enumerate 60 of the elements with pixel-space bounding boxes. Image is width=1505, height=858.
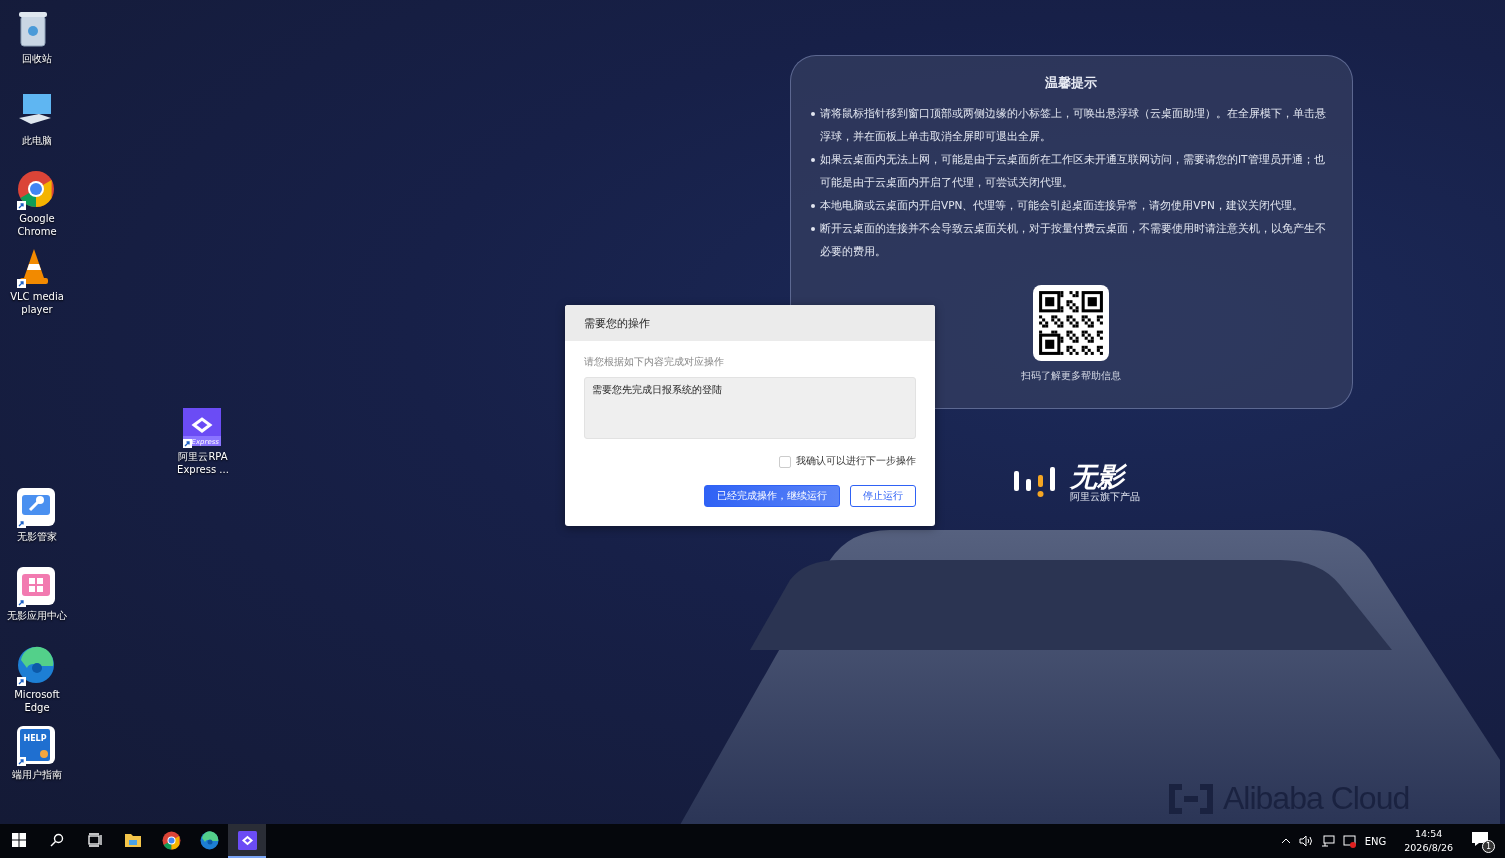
search-icon[interactable]	[50, 833, 64, 847]
recycle-bin-icon	[17, 10, 49, 48]
chrome-icon	[17, 170, 55, 208]
clock-time: 14:54	[1414, 827, 1443, 841]
chevron-up-icon[interactable]	[1280, 837, 1291, 845]
network-icon[interactable]	[1320, 835, 1335, 847]
edge-icon	[17, 646, 55, 684]
clock[interactable]: 14:54 2026/8/26	[1404, 827, 1453, 855]
tip-text: 请将鼠标指针移到窗口顶部或两侧边缘的小标签上，可唤出悬浮球（云桌面助理）。在全屏模下，单击悬浮球，并在面板上单击取消全屏即可退出全屏。	[820, 106, 1327, 144]
brand-tagline: 阿里云旗下产品	[1070, 491, 1140, 504]
bracket-logo-icon	[1167, 783, 1215, 814]
shortcut-arrow-icon	[17, 201, 26, 210]
folder-icon[interactable]	[124, 832, 142, 848]
shortcut-arrow-icon	[17, 598, 26, 607]
continue-button[interactable]: 已经完成操作，继续运行	[704, 485, 840, 507]
confirm-checkbox[interactable]	[779, 455, 791, 468]
shortcut-arrow-icon	[17, 757, 26, 766]
help-book-icon: HELP	[17, 726, 55, 764]
windows-start-icon[interactable]	[12, 833, 26, 847]
desktop-icon-label[interactable]: Google Chrome	[1, 212, 73, 238]
notification-icon[interactable]	[1471, 831, 1489, 847]
shortcut-arrow-icon	[17, 519, 26, 528]
display-alert-icon[interactable]	[1342, 834, 1357, 848]
computer-icon	[17, 92, 53, 126]
wrench-icon	[17, 488, 55, 526]
desktop-icon-label[interactable]: VLC media player	[1, 290, 73, 316]
bullet-dot	[811, 112, 815, 116]
clock-date: 2026/8/26	[1404, 841, 1453, 855]
tip-text: 断开云桌面的连接并不会导致云桌面关机，对于按量付费云桌面，不需要使用时请注意关机，以免产生不必要的费用。	[820, 221, 1327, 259]
desktop-icon-label[interactable]: 端用户指南	[1, 768, 73, 781]
bullet-dot	[811, 158, 815, 162]
speaker-icon[interactable]	[1298, 835, 1313, 847]
desktop-icon-label[interactable]: 无影管家	[1, 530, 73, 543]
desktop-icon-label[interactable]: 回收站	[1, 52, 73, 65]
desktop-icon-label[interactable]: 此电脑	[1, 134, 73, 147]
desktop-icon-label[interactable]: 阿里云RPA Express ...	[167, 450, 239, 476]
stop-button[interactable]: 停止运行	[850, 485, 916, 507]
checkbox-label[interactable]: 我确认可以进行下一步操作	[796, 455, 916, 468]
language-indicator[interactable]: ENG	[1364, 835, 1387, 847]
desktop-icon-label[interactable]: 无影应用中心	[1, 609, 73, 622]
rpa-app-icon[interactable]	[237, 830, 257, 850]
edge-icon[interactable]	[199, 830, 219, 850]
message-field: 需要您先完成日报系统的登陆	[584, 377, 916, 439]
brand-name: 无影	[1070, 463, 1140, 491]
tip-text: 如果云桌面内无法上网，可能是由于云桌面所在工作区未开通互联网访问，需要请您的IT管理员开通；也可能是由于云桌面内开启了代理，可尝试关闭代理。	[820, 152, 1326, 190]
chrome-icon[interactable]	[161, 830, 181, 850]
qr-caption: 扫码了解更多帮助信息	[1020, 369, 1121, 383]
panel-title: 温馨提示	[1044, 74, 1097, 92]
shortcut-arrow-icon	[183, 439, 192, 448]
app-grid-icon	[17, 567, 55, 605]
shortcut-arrow-icon	[17, 677, 26, 686]
tip-text: 本地电脑或云桌面内开启VPN、代理等，可能会引起桌面连接异常，请勿使用VPN，建议关闭代理。	[820, 198, 1303, 213]
task-view-icon[interactable]	[87, 833, 103, 847]
bullet-dot	[811, 204, 815, 208]
instruction-text: 请您根据如下内容完成对应操作	[584, 356, 725, 369]
dialog-title: 需要您的操作	[584, 315, 650, 331]
desktop-icon-label[interactable]: Microsoft Edge	[1, 688, 73, 714]
notification-count: 1	[1482, 840, 1495, 853]
shortcut-arrow-icon	[17, 279, 26, 288]
bullet-dot	[811, 227, 815, 231]
